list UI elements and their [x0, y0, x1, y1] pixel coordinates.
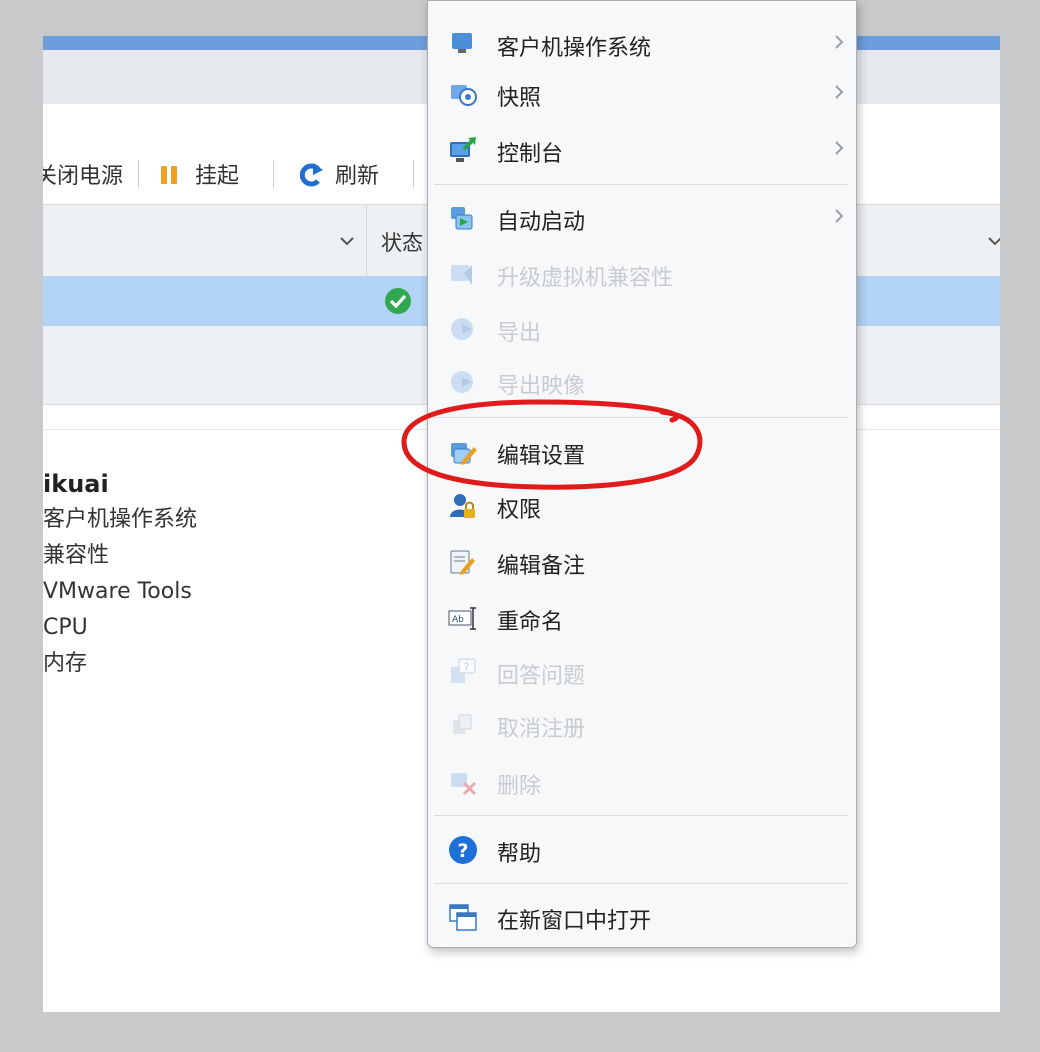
power-off-label: 关闭电源: [43, 164, 124, 189]
menu-item-label: 取消注册: [497, 717, 586, 742]
chevron-right-icon: [835, 35, 844, 49]
menu-item-label: 控制台: [497, 142, 564, 167]
edit-notes-icon: [450, 550, 475, 575]
pause-icon: [161, 166, 177, 184]
menu-item-snapshot[interactable]: 快照: [428, 71, 856, 115]
menu-item-label: 回答问题: [497, 664, 586, 689]
menu-item-autostart[interactable]: 自动启动: [428, 195, 856, 239]
permissions-icon: [450, 494, 475, 518]
menu-item-upgrade-compatibility[interactable]: 升级虚拟机兼容性: [428, 251, 856, 295]
power-off-button[interactable]: 关闭电源: [43, 158, 123, 190]
menu-item-edit-notes[interactable]: 编辑备注: [428, 539, 856, 583]
svg-text:?: ?: [458, 840, 469, 862]
menu-item-export-image[interactable]: 导出映像: [428, 359, 856, 403]
menu-item-unregister[interactable]: 取消注册: [428, 702, 856, 746]
menu-item-answer-question[interactable]: ? 回答问题: [428, 649, 856, 693]
property-compatibility: 兼容性: [43, 543, 110, 568]
status-ok-icon: [385, 288, 411, 314]
property-vmware-tools: VMware Tools: [43, 579, 192, 604]
toolbar-separator: [273, 160, 274, 188]
menu-item-label: 帮助: [497, 842, 542, 867]
export-icon: [451, 318, 473, 340]
toolbar-separator: [138, 160, 139, 188]
rename-icon: Ab: [448, 607, 476, 630]
unregister-icon: [453, 714, 472, 734]
new-window-icon: [449, 904, 477, 931]
chevron-down-icon[interactable]: [987, 236, 1000, 246]
menu-item-label: 重命名: [497, 610, 564, 635]
column-header-status[interactable]: 状态: [381, 227, 423, 257]
console-icon: [450, 137, 476, 162]
chevron-right-icon: [835, 85, 844, 99]
menu-item-help[interactable]: ? 帮助: [428, 827, 856, 871]
export-image-icon: [451, 371, 473, 393]
property-memory: 内存: [43, 651, 88, 676]
refresh-label: 刷新: [335, 164, 380, 189]
menu-item-label: 编辑备注: [497, 554, 586, 579]
chevron-down-icon[interactable]: [339, 236, 355, 246]
property-cpu: CPU: [43, 615, 88, 640]
suspend-label: 挂起: [195, 164, 240, 189]
menu-item-guest-os[interactable]: 客户机操作系统: [428, 21, 856, 65]
column-divider[interactable]: [366, 205, 367, 276]
menu-item-export[interactable]: 导出: [428, 306, 856, 350]
svg-text:?: ?: [464, 662, 469, 673]
menu-item-label: 导出: [497, 321, 542, 346]
help-icon: ?: [449, 836, 477, 864]
toolbar: 关闭电源 挂起 刷新: [43, 148, 423, 198]
menu-separator: [434, 184, 848, 185]
chevron-right-icon: [835, 141, 844, 155]
menu-item-label: 删除: [497, 774, 542, 799]
upgrade-compat-icon: [451, 265, 472, 285]
menu-separator: [434, 883, 848, 884]
chevron-right-icon: [835, 209, 844, 223]
menu-separator: [434, 815, 848, 816]
refresh-icon: [299, 163, 323, 187]
toolbar-separator: [413, 160, 414, 188]
menu-item-label: 导出映像: [497, 374, 586, 399]
vm-name: ikuai: [43, 470, 109, 498]
menu-item-label: 客户机操作系统: [497, 36, 652, 61]
menu-item-rename[interactable]: Ab 重命名: [428, 595, 856, 639]
refresh-button[interactable]: 刷新: [297, 158, 379, 190]
menu-item-label: 权限: [497, 498, 542, 523]
menu-item-console[interactable]: 控制台: [428, 127, 856, 171]
vm-details: ikuai 客户机操作系统 兼容性 VMware Tools CPU 内存: [43, 466, 197, 682]
svg-text:Ab: Ab: [452, 615, 464, 625]
guest-os-icon: [452, 33, 472, 53]
answer-question-icon: ?: [451, 658, 476, 683]
menu-item-label: 在新窗口中打开: [497, 909, 652, 934]
menu-item-label: 升级虚拟机兼容性: [497, 266, 674, 291]
suspend-button[interactable]: 挂起: [159, 158, 239, 190]
red-annotation-circle: [401, 399, 703, 490]
delete-icon: [451, 773, 477, 796]
snapshot-icon: [451, 85, 477, 106]
autostart-icon: [451, 207, 473, 230]
menu-item-label: 自动启动: [497, 210, 586, 235]
menu-item-delete[interactable]: 删除: [428, 759, 856, 803]
menu-item-open-new-window[interactable]: 在新窗口中打开: [428, 894, 856, 938]
property-guest-os: 客户机操作系统: [43, 507, 198, 532]
menu-item-label: 快照: [497, 86, 542, 111]
